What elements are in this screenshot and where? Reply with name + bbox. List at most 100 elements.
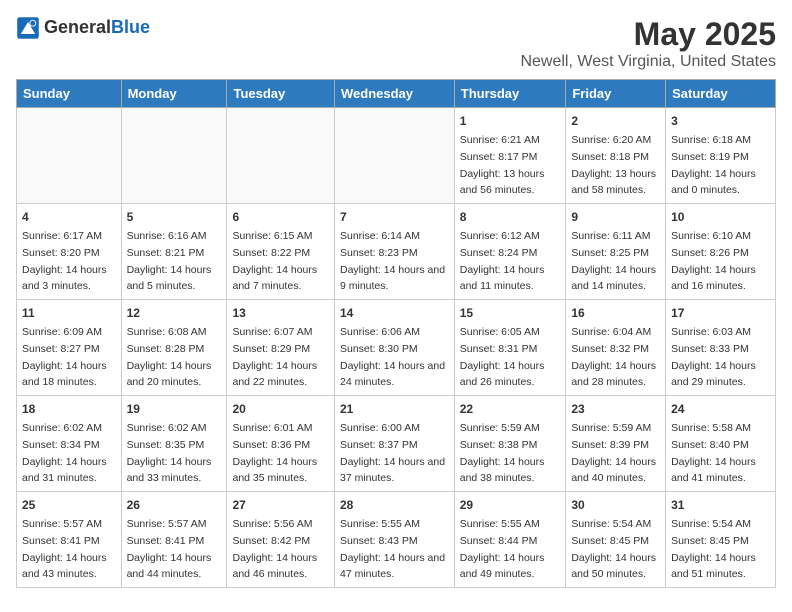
calendar-cell: 8 Sunrise: 6:12 AMSunset: 8:24 PMDaylight… (454, 204, 566, 300)
col-header-monday: Monday (121, 80, 227, 108)
day-info: Sunrise: 5:54 AMSunset: 8:45 PMDaylight:… (671, 518, 756, 580)
calendar-cell: 21 Sunrise: 6:00 AMSunset: 8:37 PMDayligh… (334, 396, 454, 492)
day-number: 25 (22, 496, 116, 514)
day-number: 24 (671, 400, 770, 418)
main-title: May 2025 (520, 16, 776, 53)
calendar-cell: 5Sunrise: 6:16 AMSunset: 8:21 PMDaylight… (121, 204, 227, 300)
day-info: Sunrise: 6:02 AMSunset: 8:34 PMDaylight:… (22, 422, 107, 484)
day-number: 23 (571, 400, 660, 418)
day-info: Sunrise: 5:57 AMSunset: 8:41 PMDaylight:… (127, 518, 212, 580)
calendar-cell: 28Sunrise: 5:55 AMSunset: 8:43 PMDayligh… (334, 492, 454, 588)
day-info: Sunrise: 6:06 AMSunset: 8:30 PMDaylight:… (340, 326, 445, 388)
col-header-thursday: Thursday (454, 80, 566, 108)
calendar-cell: 3Sunrise: 6:18 AMSunset: 8:19 PMDaylight… (666, 108, 776, 204)
calendar-cell: 27 Sunrise: 5:56 AMSunset: 8:42 PMDayligh… (227, 492, 335, 588)
calendar-cell: 25 Sunrise: 5:57 AMSunset: 8:41 PMDayligh… (17, 492, 122, 588)
day-number: 30 (571, 496, 660, 514)
day-info: Sunrise: 6:11 AMSunset: 8:25 PMDaylight:… (571, 230, 656, 292)
header: GeneralBlue May 2025 Newell, West Virgin… (16, 16, 776, 71)
calendar-cell: 19Sunrise: 6:02 AMSunset: 8:35 PMDayligh… (121, 396, 227, 492)
calendar-cell: 7 Sunrise: 6:14 AMSunset: 8:23 PMDaylight… (334, 204, 454, 300)
calendar-cell: 11 Sunrise: 6:09 AMSunset: 8:27 PMDayligh… (17, 300, 122, 396)
calendar-cell: 10 Sunrise: 6:10 AMSunset: 8:26 PMDayligh… (666, 204, 776, 300)
day-info: Sunrise: 5:59 AMSunset: 8:38 PMDaylight:… (460, 422, 545, 484)
day-info: Sunrise: 6:12 AMSunset: 8:24 PMDaylight:… (460, 230, 545, 292)
day-number: 27 (232, 496, 329, 514)
day-info: Sunrise: 6:09 AMSunset: 8:27 PMDaylight:… (22, 326, 107, 388)
day-info: Sunrise: 5:59 AMSunset: 8:39 PMDaylight:… (571, 422, 656, 484)
calendar-week-3: 11 Sunrise: 6:09 AMSunset: 8:27 PMDayligh… (17, 300, 776, 396)
day-number: 10 (671, 208, 770, 226)
calendar-cell: 16Sunrise: 6:04 AMSunset: 8:32 PMDayligh… (566, 300, 666, 396)
calendar-cell: 29 Sunrise: 5:55 AMSunset: 8:44 PMDayligh… (454, 492, 566, 588)
day-number: 22 (460, 400, 561, 418)
calendar-cell: 2 Sunrise: 6:20 AMSunset: 8:18 PMDaylight… (566, 108, 666, 204)
day-info: Sunrise: 5:56 AMSunset: 8:42 PMDaylight:… (232, 518, 317, 580)
col-header-tuesday: Tuesday (227, 80, 335, 108)
day-info: Sunrise: 6:17 AMSunset: 8:20 PMDaylight:… (22, 230, 107, 292)
day-info: Sunrise: 6:03 AMSunset: 8:33 PMDaylight:… (671, 326, 756, 388)
day-number: 1 (460, 112, 561, 130)
calendar-cell: 6 Sunrise: 6:15 AMSunset: 8:22 PMDaylight… (227, 204, 335, 300)
calendar-cell (121, 108, 227, 204)
day-info: Sunrise: 6:21 AMSunset: 8:17 PMDaylight:… (460, 134, 545, 196)
day-info: Sunrise: 5:54 AMSunset: 8:45 PMDaylight:… (571, 518, 656, 580)
day-info: Sunrise: 6:00 AMSunset: 8:37 PMDaylight:… (340, 422, 445, 484)
day-info: Sunrise: 5:55 AMSunset: 8:43 PMDaylight:… (340, 518, 445, 580)
calendar-cell: 15 Sunrise: 6:05 AMSunset: 8:31 PMDayligh… (454, 300, 566, 396)
calendar-cell: 9Sunrise: 6:11 AMSunset: 8:25 PMDaylight… (566, 204, 666, 300)
day-number: 15 (460, 304, 561, 322)
col-header-sunday: Sunday (17, 80, 122, 108)
calendar-cell: 20 Sunrise: 6:01 AMSunset: 8:36 PMDayligh… (227, 396, 335, 492)
calendar-cell (17, 108, 122, 204)
col-header-friday: Friday (566, 80, 666, 108)
day-number: 31 (671, 496, 770, 514)
logo-text: GeneralBlue (44, 18, 150, 38)
calendar-cell (227, 108, 335, 204)
day-info: Sunrise: 5:57 AMSunset: 8:41 PMDaylight:… (22, 518, 107, 580)
calendar-cell: 23 Sunrise: 5:59 AMSunset: 8:39 PMDayligh… (566, 396, 666, 492)
day-number: 2 (571, 112, 660, 130)
calendar-header-row: SundayMondayTuesdayWednesdayThursdayFrid… (17, 80, 776, 108)
day-number: 14 (340, 304, 449, 322)
day-info: Sunrise: 5:58 AMSunset: 8:40 PMDaylight:… (671, 422, 756, 484)
calendar-week-5: 25 Sunrise: 5:57 AMSunset: 8:41 PMDayligh… (17, 492, 776, 588)
title-area: May 2025 Newell, West Virginia, United S… (520, 16, 776, 71)
calendar-cell: 4Sunrise: 6:17 AMSunset: 8:20 PMDaylight… (17, 204, 122, 300)
calendar-cell: 30 Sunrise: 5:54 AMSunset: 8:45 PMDayligh… (566, 492, 666, 588)
day-number: 26 (127, 496, 222, 514)
day-info: Sunrise: 6:02 AMSunset: 8:35 PMDaylight:… (127, 422, 212, 484)
day-info: Sunrise: 6:15 AMSunset: 8:22 PMDaylight:… (232, 230, 317, 292)
calendar-cell: 24 Sunrise: 5:58 AMSunset: 8:40 PMDayligh… (666, 396, 776, 492)
day-number: 21 (340, 400, 449, 418)
day-number: 29 (460, 496, 561, 514)
day-number: 7 (340, 208, 449, 226)
day-number: 8 (460, 208, 561, 226)
day-info: Sunrise: 6:20 AMSunset: 8:18 PMDaylight:… (571, 134, 656, 196)
day-number: 12 (127, 304, 222, 322)
calendar-week-1: 1 Sunrise: 6:21 AMSunset: 8:17 PMDaylight… (17, 108, 776, 204)
logo-blue: Blue (111, 17, 150, 37)
calendar-cell: 26 Sunrise: 5:57 AMSunset: 8:41 PMDayligh… (121, 492, 227, 588)
col-header-wednesday: Wednesday (334, 80, 454, 108)
day-info: Sunrise: 5:55 AMSunset: 8:44 PMDaylight:… (460, 518, 545, 580)
calendar-cell: 13Sunrise: 6:07 AMSunset: 8:29 PMDayligh… (227, 300, 335, 396)
subtitle: Newell, West Virginia, United States (520, 53, 776, 71)
calendar-cell: 12Sunrise: 6:08 AMSunset: 8:28 PMDayligh… (121, 300, 227, 396)
day-info: Sunrise: 6:01 AMSunset: 8:36 PMDaylight:… (232, 422, 317, 484)
logo-general: General (44, 17, 111, 37)
day-info: Sunrise: 6:04 AMSunset: 8:32 PMDaylight:… (571, 326, 656, 388)
day-number: 13 (232, 304, 329, 322)
calendar-cell: 22 Sunrise: 5:59 AMSunset: 8:38 PMDayligh… (454, 396, 566, 492)
day-number: 11 (22, 304, 116, 322)
day-info: Sunrise: 6:10 AMSunset: 8:26 PMDaylight:… (671, 230, 756, 292)
day-number: 20 (232, 400, 329, 418)
calendar-week-2: 4Sunrise: 6:17 AMSunset: 8:20 PMDaylight… (17, 204, 776, 300)
day-info: Sunrise: 6:18 AMSunset: 8:19 PMDaylight:… (671, 134, 756, 196)
day-number: 18 (22, 400, 116, 418)
day-info: Sunrise: 6:05 AMSunset: 8:31 PMDaylight:… (460, 326, 545, 388)
calendar-cell: 18 Sunrise: 6:02 AMSunset: 8:34 PMDayligh… (17, 396, 122, 492)
day-info: Sunrise: 6:14 AMSunset: 8:23 PMDaylight:… (340, 230, 445, 292)
logo: GeneralBlue (16, 16, 150, 40)
day-number: 6 (232, 208, 329, 226)
